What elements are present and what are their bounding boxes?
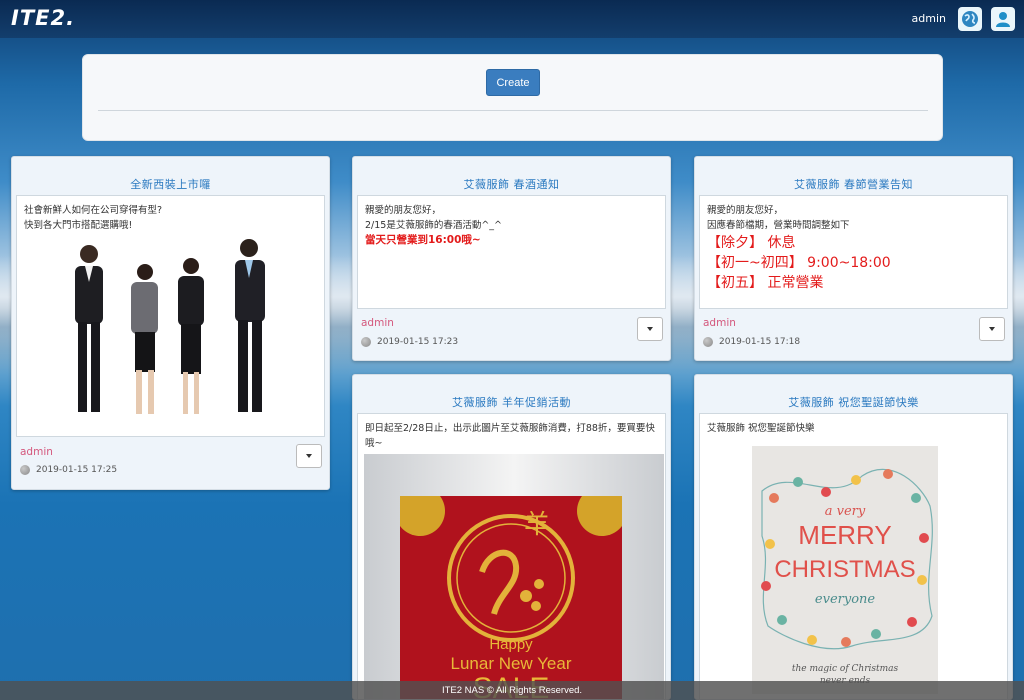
caret-down-icon [306, 454, 312, 458]
globe-icon [20, 465, 30, 475]
post-content: 社會新鮮人如何在公司穿得有型? 快到各大門市搭配選購哦! [16, 195, 325, 437]
poster-happy: Happy [489, 636, 533, 653]
caret-down-icon [647, 327, 653, 331]
post-options-dropdown[interactable] [637, 317, 663, 341]
post-content: 親愛的朋友您好， 2/15是艾薇服飾的春酒活動^_^ 當天只營業到16:00哦~ [357, 195, 666, 309]
brand-logo[interactable]: ITE2. [11, 6, 75, 30]
card-line3: CHRISTMAS [774, 556, 916, 583]
post-card: 艾薇服飾 祝您聖誕節快樂 艾薇服飾 祝您聖誕節快樂 a very MERRY C… [694, 374, 1013, 700]
post-timestamp-text: 2019-01-15 17:25 [36, 465, 118, 475]
card-line4: everyone [814, 592, 876, 607]
promo-poster-image: 羊 Happy Lunar New Year SALE [364, 454, 664, 699]
post-highlight: 當天只營業到16:00哦~ [365, 234, 481, 246]
post-author[interactable]: admin [703, 317, 736, 329]
card-line1: a very [824, 504, 866, 519]
top-navigation-bar: ITE2. admin [0, 0, 1024, 38]
schedule-line: 【初一~初四】 9:00~18:00 [707, 255, 891, 271]
username-label[interactable]: admin [912, 12, 946, 25]
post-title[interactable]: 艾薇服飾 春節營業告知 [695, 176, 1012, 192]
post-title[interactable]: 艾薇服飾 春酒通知 [353, 176, 670, 192]
post-content: 艾薇服飾 祝您聖誕節快樂 a very MERRY CHRISTMAS ever… [699, 413, 1008, 699]
create-panel: Create [82, 54, 943, 141]
globe-icon [361, 337, 371, 347]
post-text: 即日起至2/28日止，出示此圖片至艾薇服飾消費，打88折，要買要快哦~ [365, 423, 655, 449]
schedule-line: 【除夕】 休息 [707, 235, 796, 251]
globe-icon [703, 337, 713, 347]
post-title[interactable]: 艾薇服飾 羊年促銷活動 [353, 394, 670, 410]
post-card: 艾薇服飾 春酒通知 親愛的朋友您好， 2/15是艾薇服飾的春酒活動^_^ 當天只… [352, 156, 671, 361]
post-title[interactable]: 全新西裝上市囉 [12, 176, 329, 192]
business-people-photo [75, 239, 265, 414]
post-text: 親愛的朋友您好， 2/15是艾薇服飾的春酒活動^_^ [365, 205, 503, 231]
post-timestamp: 2019-01-15 17:23 [361, 337, 458, 347]
card-line5: the magic of Christmas [791, 664, 899, 674]
post-text: 親愛的朋友您好， 因應春節檔期，營業時間調整如下 [707, 205, 850, 231]
post-card: 全新西裝上市囉 社會新鮮人如何在公司穿得有型? 快到各大門市搭配選購哦! adm… [11, 156, 330, 490]
post-title[interactable]: 艾薇服飾 祝您聖誕節快樂 [695, 394, 1012, 410]
post-options-dropdown[interactable] [296, 444, 322, 468]
post-card: 艾薇服飾 羊年促銷活動 即日起至2/28日止，出示此圖片至艾薇服飾消費，打88折… [352, 374, 671, 700]
poster-char: 羊 [524, 510, 551, 540]
christmas-card-image: a very MERRY CHRISTMAS everyone the magi… [752, 446, 938, 694]
post-content: 親愛的朋友您好， 因應春節檔期，營業時間調整如下 【除夕】 休息 【初一~初四】… [699, 195, 1008, 309]
schedule-line: 【初五】 正常營業 [707, 275, 824, 291]
post-timestamp: 2019-01-15 17:25 [20, 465, 117, 475]
create-divider [98, 110, 928, 111]
caret-down-icon [989, 327, 995, 331]
card-line2: MERRY [798, 520, 892, 550]
poster-lunar: Lunar New Year [450, 654, 572, 673]
footer: ITE2 NAS © All Rights Reserved. [0, 681, 1024, 700]
post-timestamp-text: 2019-01-15 17:18 [719, 337, 801, 347]
post-text: 艾薇服飾 祝您聖誕節快樂 [707, 423, 815, 434]
post-timestamp: 2019-01-15 17:18 [703, 337, 800, 347]
user-icon[interactable] [991, 7, 1015, 31]
post-author[interactable]: admin [361, 317, 394, 329]
post-text: 社會新鮮人如何在公司穿得有型? 快到各大門市搭配選購哦! [24, 205, 163, 231]
post-content: 即日起至2/28日止，出示此圖片至艾薇服飾消費，打88折，要買要快哦~ 羊 Ha… [357, 413, 666, 699]
post-card: 艾薇服飾 春節營業告知 親愛的朋友您好， 因應春節檔期，營業時間調整如下 【除夕… [694, 156, 1013, 361]
post-author[interactable]: admin [20, 446, 53, 458]
globe-icon[interactable] [958, 7, 982, 31]
create-button[interactable]: Create [486, 69, 540, 96]
post-options-dropdown[interactable] [979, 317, 1005, 341]
post-timestamp-text: 2019-01-15 17:23 [377, 337, 459, 347]
